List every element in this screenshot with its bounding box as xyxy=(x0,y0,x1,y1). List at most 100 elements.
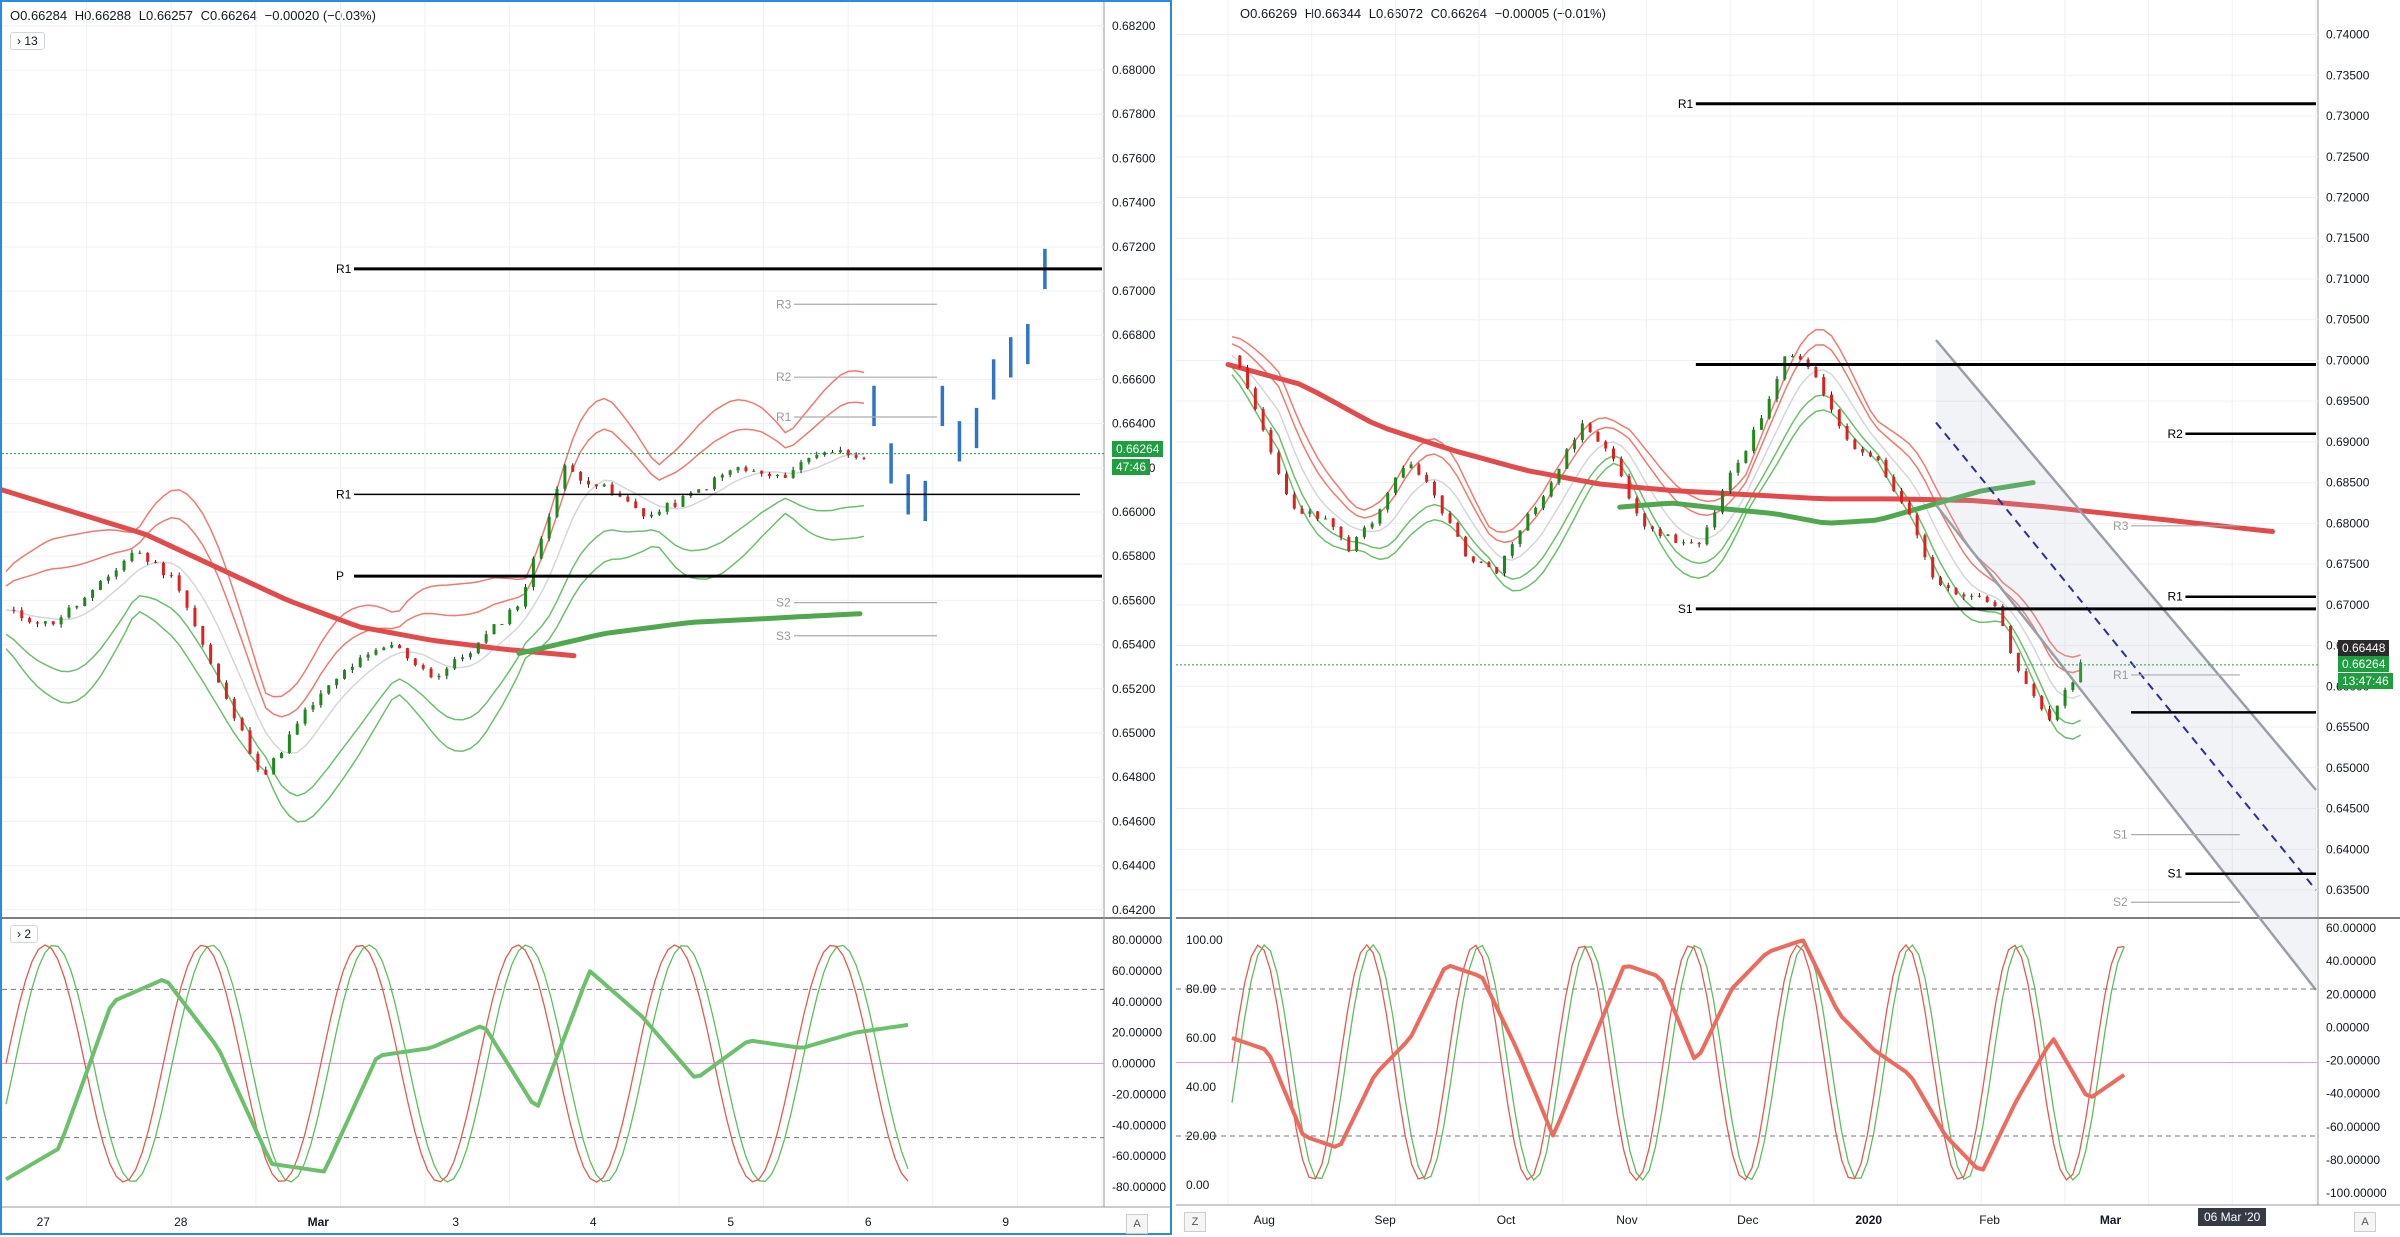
candle-body xyxy=(1238,355,1242,368)
candle-body xyxy=(1970,595,1974,597)
candle-body xyxy=(484,634,488,643)
candle-body xyxy=(106,576,110,581)
right-chart-pane[interactable]: O0.66269 H0.66344 L0.66072 C0.66264 −0.0… xyxy=(1176,0,2400,1235)
countdown-tag: 47:46 xyxy=(1112,459,1151,475)
candle-body xyxy=(1705,527,1709,545)
candle-body xyxy=(1736,462,1740,473)
candle-body xyxy=(1386,492,1390,510)
candle-body xyxy=(1682,542,1686,544)
candle-body xyxy=(1417,464,1421,475)
candle-body xyxy=(209,644,213,664)
price-tick-label: 0.65000 xyxy=(2326,761,2370,775)
candle-body xyxy=(1845,426,1849,440)
candle-body xyxy=(563,465,567,489)
candle-body xyxy=(319,693,323,706)
pivot-level-label: R1 xyxy=(336,262,352,276)
candle-body xyxy=(634,501,638,509)
oscillator-left-tick-label: 100.00 xyxy=(1186,933,1223,947)
oscillator-left-tick-label: 0.00 xyxy=(1186,1178,1210,1192)
oscillator-right-tick-label: 60.00000 xyxy=(2326,921,2376,935)
candle-body xyxy=(1347,537,1351,552)
price-tick-label: 0.67800 xyxy=(1112,107,1156,121)
auto-scale-button[interactable]: A xyxy=(1126,1214,1148,1234)
candle-body xyxy=(28,618,32,623)
oscillator-right-tick-label: -40.00000 xyxy=(2326,1087,2380,1101)
candle-body xyxy=(768,473,772,477)
price-tick-label: 0.64800 xyxy=(1112,770,1156,784)
candle-body xyxy=(476,642,480,654)
oscillator-right-tick-label: -20.00000 xyxy=(2326,1054,2380,1068)
oscillator-right-tick-label: 0.00000 xyxy=(2326,1020,2370,1034)
auto-scale-button[interactable]: A xyxy=(2354,1212,2376,1232)
candle-body xyxy=(1464,536,1468,557)
candle-body xyxy=(35,622,39,624)
candle-body xyxy=(531,558,535,588)
price-tick-label: 0.65600 xyxy=(1112,593,1156,607)
time-tick-label: 5 xyxy=(727,1215,734,1229)
candle-body xyxy=(516,606,520,610)
candle-body xyxy=(508,609,512,625)
price-tick-label: 0.64000 xyxy=(2326,842,2370,856)
candle-body xyxy=(1292,494,1296,509)
price-tick-label: 0.74000 xyxy=(2326,28,2370,42)
pivot-level-label: R3 xyxy=(2113,519,2129,533)
candle-body xyxy=(1767,398,1771,419)
candle-body xyxy=(610,484,614,494)
price-tick-label: 0.68200 xyxy=(1112,19,1156,33)
price-tick-label: 0.65000 xyxy=(1112,726,1156,740)
price-tick-label: 0.71000 xyxy=(2326,272,2370,286)
candle-body xyxy=(524,587,528,607)
candle-body xyxy=(1246,367,1250,389)
price-tag: 0.66448 xyxy=(2338,640,2390,656)
candle-body xyxy=(1884,459,1888,477)
candle-body xyxy=(91,589,95,598)
zoom-button[interactable]: Z xyxy=(1184,1212,1206,1232)
right-chart-canvas[interactable]: 0.74000 0.73500 0.73000 0.72500 0.72000 0.715… xyxy=(1176,0,2400,1235)
candle-body xyxy=(382,647,386,651)
pivot-level-label: R3 xyxy=(776,297,792,311)
candle-body xyxy=(413,658,417,666)
candle-body xyxy=(1534,507,1538,514)
candle-body xyxy=(437,675,441,678)
time-tick-label: Dec xyxy=(1737,1213,1758,1227)
candle-body xyxy=(1985,596,1989,603)
candle-body xyxy=(1892,476,1896,491)
candle-body xyxy=(673,502,677,507)
candle-body xyxy=(1300,508,1304,514)
candle-body xyxy=(327,685,331,694)
left-chart-canvas[interactable]: 0.68200 0.68000 0.67800 0.67600 0.67400 0.672… xyxy=(2,2,1174,1237)
candle-body xyxy=(862,457,866,459)
candle-body xyxy=(807,457,811,463)
candle-body xyxy=(1946,585,1950,589)
candle-body xyxy=(287,734,291,753)
pivot-level-label: S2 xyxy=(2113,895,2128,909)
candle-body xyxy=(280,752,284,759)
candle-body xyxy=(1720,490,1724,513)
candle-body xyxy=(12,610,16,612)
candle-body xyxy=(161,562,165,576)
candle-body xyxy=(1861,449,1865,453)
price-tick-label: 0.67200 xyxy=(1112,240,1156,254)
candle-body xyxy=(1650,526,1654,530)
candle-body xyxy=(1355,537,1359,552)
candle-body xyxy=(1689,542,1693,544)
oscillator-right-tick-label: -80.00000 xyxy=(2326,1153,2380,1167)
left-chart-pane[interactable]: O0.66284 H0.66288 L0.66257 C0.66264 −0.0… xyxy=(0,0,1172,1235)
price-tick-label: 0.66600 xyxy=(1112,372,1156,386)
candle-body xyxy=(272,758,276,775)
candle-body xyxy=(547,516,551,539)
price-tick-label: 0.66400 xyxy=(1112,417,1156,431)
candle-body xyxy=(846,450,850,456)
oscillator-left-tick-label: 80.00 xyxy=(1186,982,1216,996)
candle-body xyxy=(2055,705,2059,720)
time-tick-label: Mar xyxy=(308,1215,330,1229)
candle-body xyxy=(83,597,87,607)
candle-body xyxy=(232,698,236,719)
oscillator-right-tick-label: 40.00000 xyxy=(2326,954,2376,968)
oscillator-tick-label: 60.00000 xyxy=(1112,964,1162,978)
oscillator-right-tick-label: 20.00000 xyxy=(2326,987,2376,1001)
price-tick-label: 0.71500 xyxy=(2326,231,2370,245)
time-tick-label: Mar xyxy=(2100,1213,2122,1227)
time-tick-label: Feb xyxy=(1979,1213,2000,1227)
candle-body xyxy=(1822,377,1826,395)
